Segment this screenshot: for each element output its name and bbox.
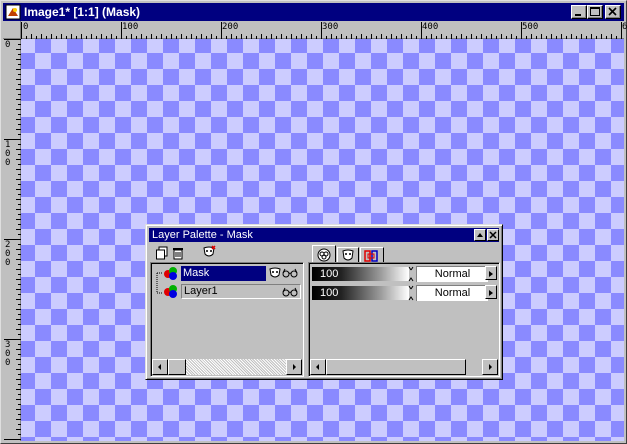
ruler-label-500: 500 xyxy=(522,22,539,32)
vruler-label-300: 300 xyxy=(5,340,11,368)
window-title: Image1* [1:1] (Mask) xyxy=(24,5,141,19)
vruler-label-0: 0 xyxy=(5,40,11,50)
palette-rollup-button[interactable] xyxy=(474,229,486,241)
minimize-icon xyxy=(575,14,581,16)
scroll-thumb[interactable] xyxy=(168,359,186,375)
maximize-button[interactable] xyxy=(587,5,603,19)
horizontal-ruler: 0 100 200 300 400 500 600 xyxy=(3,21,627,39)
close-button[interactable] xyxy=(605,5,621,19)
new-layer-icon[interactable] xyxy=(155,246,169,260)
layer-list-pane: Mask Layer1 xyxy=(150,262,304,377)
vruler-label-100: 100 xyxy=(5,140,11,168)
ruler-label-600: 600 xyxy=(622,22,627,32)
scroll-right-button[interactable] xyxy=(286,359,302,375)
blend-mode-layer1-dropdown[interactable] xyxy=(485,285,497,299)
scroll-left-button[interactable] xyxy=(310,359,326,375)
ruler-label-0: 0 xyxy=(23,22,29,32)
layer-color-icon xyxy=(164,285,177,298)
close-icon xyxy=(489,231,497,239)
visibility-glasses-icon[interactable] xyxy=(282,287,298,297)
vruler-label-200: 200 xyxy=(5,240,11,268)
arrow-right-icon xyxy=(489,271,493,277)
layer-palette-titlebar[interactable]: Layer Palette - Mask xyxy=(149,228,499,242)
properties-scrollbar[interactable] xyxy=(310,359,498,375)
scroll-left-button[interactable] xyxy=(152,359,168,375)
layer-palette: Layer Palette - Mask Mask Layer1 100 Nor… xyxy=(145,224,503,380)
minimize-button[interactable] xyxy=(571,5,587,19)
ruler-label-300: 300 xyxy=(322,22,339,32)
ruler-corner xyxy=(3,21,21,39)
ruler-label-200: 200 xyxy=(222,22,239,32)
layer-color-icon xyxy=(164,267,177,280)
vertical-ruler: 0 100 200 300 xyxy=(3,39,21,441)
arrow-left-icon xyxy=(158,364,161,370)
layer-row-mask[interactable]: Mask xyxy=(181,266,266,281)
blend-mode-mask-dropdown[interactable] xyxy=(485,266,497,280)
visibility-glasses-icon[interactable] xyxy=(282,268,298,278)
ruler-label-100: 100 xyxy=(122,22,139,32)
scroll-right-button[interactable] xyxy=(482,359,498,375)
close-icon xyxy=(608,7,617,16)
opacity-slider-mask[interactable]: 100 xyxy=(312,267,409,281)
blend-mode-layer1[interactable]: Normal xyxy=(416,285,488,301)
layer-palette-title: Layer Palette - Mask xyxy=(152,229,253,241)
arrow-right-icon xyxy=(489,364,492,370)
opacity-slider-layer1[interactable]: 100 xyxy=(312,286,409,300)
opacity-spin-icon[interactable] xyxy=(408,266,414,282)
delete-layer-icon[interactable] xyxy=(171,246,185,260)
layer-list-scrollbar[interactable] xyxy=(152,359,302,375)
blend-mode-mask[interactable]: Normal xyxy=(416,266,488,282)
ruler-label-400: 400 xyxy=(422,22,439,32)
scroll-thumb[interactable] xyxy=(326,359,466,375)
palette-close-button[interactable] xyxy=(487,229,499,241)
opacity-spin-icon[interactable] xyxy=(408,285,414,301)
layer-properties-pane: 100 Normal 100 Normal xyxy=(308,262,500,377)
rollup-icon xyxy=(477,233,483,237)
arrow-left-icon xyxy=(316,364,319,370)
maximize-icon xyxy=(590,7,600,16)
arrow-right-icon xyxy=(293,364,296,370)
image-titlebar[interactable]: Image1* [1:1] (Mask) xyxy=(3,3,624,21)
app-icon xyxy=(5,4,21,20)
mask-layer-icon[interactable] xyxy=(269,266,281,280)
arrow-right-icon xyxy=(489,290,493,296)
mask-icon[interactable] xyxy=(202,245,216,259)
